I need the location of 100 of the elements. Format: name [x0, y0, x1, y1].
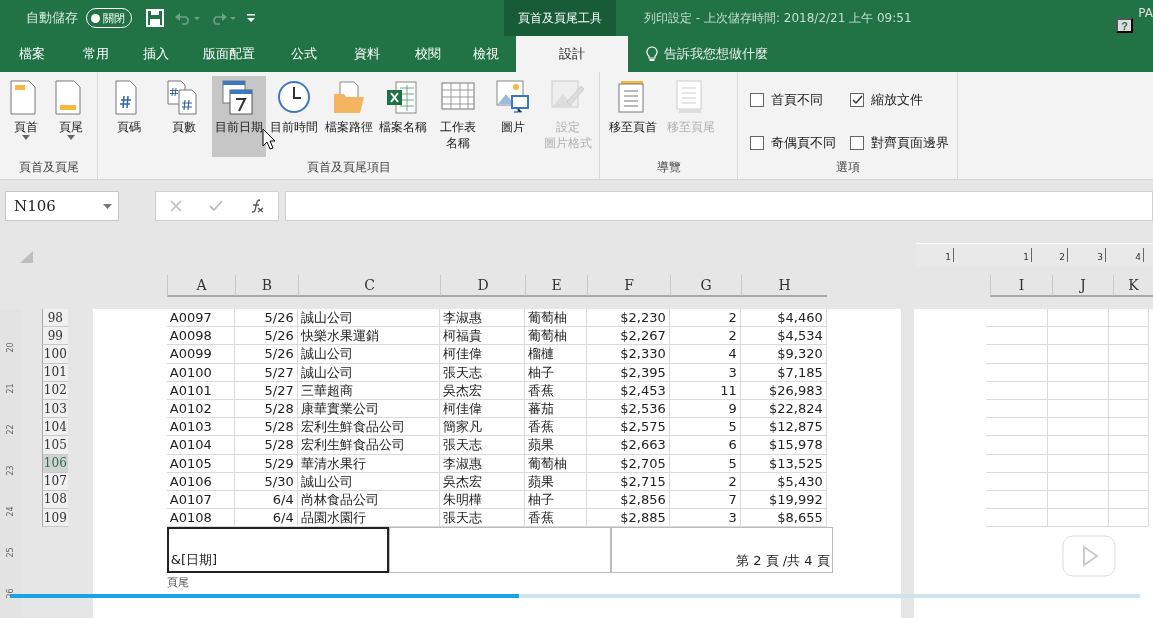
- group-label: 頁首及頁尾項目: [305, 159, 392, 176]
- table-cell: 張天志: [439, 509, 525, 528]
- ribbon-tab[interactable]: 常用: [64, 36, 128, 72]
- confirm-icon[interactable]: [209, 200, 223, 212]
- table-cell: 吳杰宏: [439, 381, 525, 400]
- column-header[interactable]: B: [235, 275, 298, 297]
- column-header[interactable]: C: [298, 275, 440, 297]
- ribbon-button[interactable]: 工作表 名稱: [430, 76, 486, 157]
- ribbon-button[interactable]: 頁碼: [102, 76, 157, 157]
- table-cell: A0103: [166, 418, 235, 437]
- table-cell: 7: [669, 490, 741, 510]
- column-header[interactable]: H: [741, 275, 827, 297]
- calendar-icon: [221, 80, 256, 115]
- table-cell: 張天志: [439, 436, 525, 455]
- row-header[interactable]: 106: [41, 454, 68, 473]
- table-cell: 5/27: [234, 363, 298, 382]
- column-header[interactable]: A: [167, 275, 235, 297]
- footer-section[interactable]: [388, 527, 611, 574]
- table-cell: 5/26: [234, 345, 298, 364]
- save-icon[interactable]: [146, 9, 164, 27]
- column-header[interactable]: F: [587, 275, 670, 297]
- help-button[interactable]: ?: [1116, 18, 1133, 33]
- table-cell: 葡萄柚: [524, 309, 587, 328]
- select-all-icon[interactable]: [20, 251, 34, 263]
- column-header[interactable]: K: [1113, 275, 1153, 297]
- row-header[interactable]: 103: [41, 399, 68, 419]
- row-header[interactable]: 107: [41, 472, 68, 491]
- redo-icon[interactable]: [210, 11, 236, 25]
- ribbon-button[interactable]: 圖片: [485, 76, 541, 157]
- row-header[interactable]: 105: [41, 436, 68, 455]
- row-header[interactable]: 109: [41, 509, 68, 528]
- ribbon-tab[interactable]: 檢視: [456, 36, 516, 72]
- column-header[interactable]: J: [1052, 275, 1113, 297]
- row-header[interactable]: 99: [41, 327, 68, 346]
- table-cell: 誠山公司: [297, 345, 440, 364]
- table-cell: 6/4: [234, 509, 298, 528]
- table-cell: $7,185: [740, 363, 827, 382]
- table-cell: $9,320: [740, 345, 827, 364]
- ribbon-button[interactable]: 移至頁首: [604, 76, 662, 157]
- ribbon-button[interactable]: 目前日期: [211, 76, 267, 157]
- column-header[interactable]: D: [440, 275, 525, 297]
- dropdown-icon[interactable]: [103, 203, 112, 209]
- ribbon-tab[interactable]: 校閱: [400, 36, 456, 72]
- row-header[interactable]: 104: [41, 418, 68, 437]
- cancel-icon[interactable]: [169, 200, 182, 212]
- checkbox-option[interactable]: 縮放文件: [850, 86, 960, 114]
- table-cell: 簡家凡: [439, 418, 525, 437]
- undo-icon[interactable]: [174, 11, 200, 25]
- row-header[interactable]: 101: [41, 363, 68, 382]
- table-cell: 葡萄柚: [524, 454, 587, 473]
- table-cell: 吳杰宏: [439, 472, 525, 491]
- ribbon-button[interactable]: 檔案名稱: [375, 76, 431, 157]
- tell-me-search[interactable]: 告訴我您想做什麼: [664, 45, 768, 63]
- checkbox-option[interactable]: 對齊頁面邊界: [850, 129, 960, 157]
- table-cell: 蕃茄: [524, 399, 587, 419]
- ribbon-button[interactable]: 頁尾: [48, 76, 93, 157]
- table-cell: 葡萄柚: [524, 327, 587, 346]
- footer-section[interactable]: 第 2 頁 /共 4 頁: [610, 527, 833, 574]
- ribbon-button[interactable]: 目前時間: [266, 76, 322, 157]
- row-header[interactable]: 98: [41, 309, 68, 328]
- table-cell: A0104: [166, 436, 235, 455]
- table-cell: 5: [669, 418, 741, 437]
- checkbox-option[interactable]: 奇偶頁不同: [750, 129, 850, 157]
- ribbon-tab[interactable]: 版面配置: [184, 36, 274, 72]
- column-header[interactable]: E: [525, 275, 587, 297]
- formula-input[interactable]: [285, 191, 1153, 221]
- ribbon-button[interactable]: 檔案路徑: [321, 76, 376, 157]
- function-icon[interactable]: [250, 199, 265, 213]
- table-cell: 5/28: [234, 418, 298, 437]
- ribbon-button[interactable]: 頁首: [4, 76, 49, 157]
- ribbon-button[interactable]: 頁數: [156, 76, 212, 157]
- table-cell: 香蕉: [524, 418, 587, 437]
- table-cell: $2,705: [586, 454, 670, 473]
- row-header[interactable]: 102: [41, 381, 68, 400]
- table-cell: $2,663: [586, 436, 670, 455]
- customize-icon[interactable]: [246, 13, 256, 23]
- table-cell: $2,395: [586, 363, 670, 382]
- row-header[interactable]: 100: [41, 345, 68, 364]
- column-header[interactable]: I: [990, 275, 1052, 297]
- ribbon-tab[interactable]: 資料: [334, 36, 400, 72]
- name-box[interactable]: N106: [5, 191, 119, 221]
- row-header[interactable]: 108: [41, 490, 68, 510]
- table-cell: 誠山公司: [297, 472, 440, 491]
- table-cell: $2,453: [586, 381, 670, 400]
- ribbon-tab[interactable]: 插入: [128, 36, 184, 72]
- checkbox-option[interactable]: 首頁不同: [750, 86, 850, 114]
- ruler-number: 23: [5, 464, 17, 478]
- table-cell: 柯佳偉: [439, 345, 525, 364]
- table-cell: $2,230: [586, 309, 670, 328]
- autosave-toggle[interactable]: 關閉: [86, 8, 132, 28]
- user-name: PA: [1138, 6, 1153, 20]
- column-header[interactable]: G: [670, 275, 741, 297]
- ribbon-tab[interactable]: 公式: [274, 36, 334, 72]
- ribbon-tab[interactable]: 檔案: [0, 36, 64, 72]
- table-cell: $2,267: [586, 327, 670, 346]
- ribbon-tab[interactable]: 設計: [516, 36, 628, 72]
- folder-icon: [331, 80, 366, 115]
- table-cell: $19,992: [740, 490, 827, 510]
- table-cell: 4: [669, 345, 741, 364]
- footer-section[interactable]: &[日期]: [166, 527, 389, 574]
